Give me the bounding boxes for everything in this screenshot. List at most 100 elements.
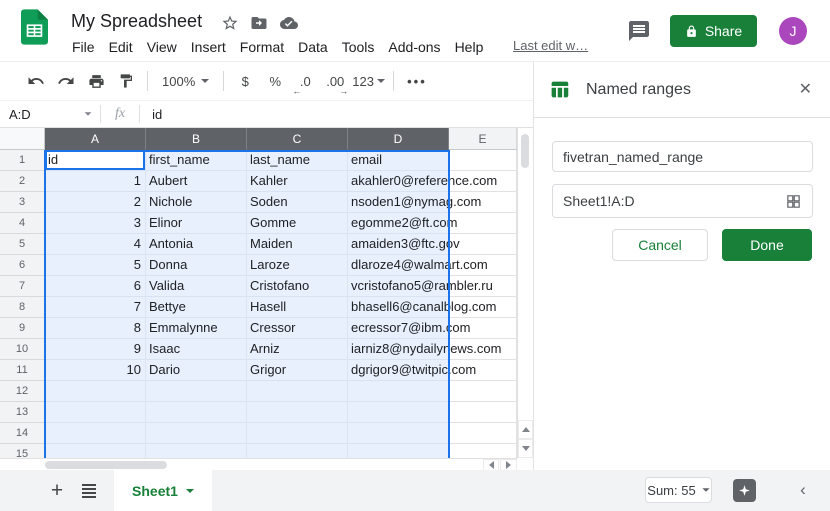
scroll-up-button[interactable] [518,420,533,439]
cell-E9[interactable] [449,318,517,339]
cell-C15[interactable] [247,444,348,458]
cell-C5[interactable]: Maiden [247,234,348,255]
cell-E3[interactable] [449,192,517,213]
row-header-9[interactable]: 9 [0,318,45,339]
cell-A13[interactable] [45,402,146,423]
cell-D4[interactable]: egomme2@ft.com [348,213,449,234]
menu-help[interactable]: Help [454,38,485,56]
cell-C13[interactable] [247,402,348,423]
sheets-logo-icon[interactable] [21,9,48,45]
close-icon[interactable]: ✕ [799,82,812,98]
cell-A12[interactable] [45,381,146,402]
row-header-1[interactable]: 1 [0,150,45,171]
cell-A7[interactable]: 6 [45,276,146,297]
cell-B7[interactable]: Valida [146,276,247,297]
collapse-panel-button[interactable]: ‹ [793,480,813,500]
print-button[interactable] [83,68,109,94]
move-to-folder-icon[interactable] [250,14,268,32]
redo-button[interactable] [53,68,79,94]
cancel-button[interactable]: Cancel [612,229,708,261]
column-header-c[interactable]: C [247,128,348,150]
cell-C7[interactable]: Cristofano [247,276,348,297]
percent-format-button[interactable]: % [262,68,288,94]
decrease-decimal-button[interactable]: .0 ← [292,68,318,94]
star-icon[interactable] [221,14,239,32]
cell-A3[interactable]: 2 [45,192,146,213]
cell-B3[interactable]: Nichole [146,192,247,213]
menu-edit[interactable]: Edit [108,38,134,56]
cell-B13[interactable] [146,402,247,423]
menu-addons[interactable]: Add-ons [387,38,441,56]
cell-D3[interactable]: nsoden1@nymag.com [348,192,449,213]
cell-A11[interactable]: 10 [45,360,146,381]
cell-E7[interactable] [449,276,517,297]
cell-B2[interactable]: Aubert [146,171,247,192]
cell-A15[interactable] [45,444,146,458]
cell-D2[interactable]: akahler0@reference.com [348,171,449,192]
cell-A14[interactable] [45,423,146,444]
cell-A1[interactable]: id [45,150,146,171]
cell-A6[interactable]: 5 [45,255,146,276]
cell-D6[interactable]: dlaroze4@walmart.com [348,255,449,276]
cell-B11[interactable]: Dario [146,360,247,381]
cell-A8[interactable]: 7 [45,297,146,318]
menu-format[interactable]: Format [239,38,285,56]
done-button[interactable]: Done [722,229,812,261]
cell-E13[interactable] [449,402,517,423]
more-toolbar-button[interactable]: ••• [404,68,430,94]
column-header-d[interactable]: D [348,128,449,150]
cell-B6[interactable]: Donna [146,255,247,276]
sum-badge[interactable]: Sum: 55 [645,477,712,503]
cell-D5[interactable]: amaiden3@ftc.gov [348,234,449,255]
cell-E4[interactable] [449,213,517,234]
cell-E14[interactable] [449,423,517,444]
cell-E12[interactable] [449,381,517,402]
row-header-8[interactable]: 8 [0,297,45,318]
row-header-4[interactable]: 4 [0,213,45,234]
cell-D1[interactable]: email [348,150,449,171]
cell-C6[interactable]: Laroze [247,255,348,276]
cell-A5[interactable]: 4 [45,234,146,255]
row-header-15[interactable]: 15 [0,444,45,458]
cell-C3[interactable]: Soden [247,192,348,213]
cell-E15[interactable] [449,444,517,458]
range-name-input[interactable] [552,141,813,172]
horizontal-scrollbar[interactable] [0,458,517,470]
menu-view[interactable]: View [146,38,178,56]
menu-tools[interactable]: Tools [341,38,376,56]
paint-format-button[interactable] [113,68,139,94]
cell-B1[interactable]: first_name [146,150,247,171]
cell-C1[interactable]: last_name [247,150,348,171]
horizontal-scrollbar-thumb[interactable] [45,461,167,469]
add-sheet-button[interactable]: + [44,478,70,504]
cell-A2[interactable]: 1 [45,171,146,192]
cell-A4[interactable]: 3 [45,213,146,234]
cell-C14[interactable] [247,423,348,444]
cell-E10[interactable] [449,339,517,360]
name-box[interactable]: A:D [0,101,100,127]
cell-D13[interactable] [348,402,449,423]
cell-B14[interactable] [146,423,247,444]
select-data-range-icon[interactable] [785,193,802,210]
row-header-3[interactable]: 3 [0,192,45,213]
cell-B4[interactable]: Elinor [146,213,247,234]
row-header-13[interactable]: 13 [0,402,45,423]
cell-B5[interactable]: Antonia [146,234,247,255]
cell-D14[interactable] [348,423,449,444]
row-header-10[interactable]: 10 [0,339,45,360]
cell-E11[interactable] [449,360,517,381]
explore-button[interactable] [733,479,756,502]
currency-format-button[interactable]: $ [232,68,258,94]
cell-C11[interactable]: Grigor [247,360,348,381]
cell-B12[interactable] [146,381,247,402]
cell-B15[interactable] [146,444,247,458]
comment-history-button[interactable] [627,19,651,43]
cell-D8[interactable]: bhasell6@canalblog.com [348,297,449,318]
cell-C2[interactable]: Kahler [247,171,348,192]
increase-decimal-button[interactable]: .00 → [322,68,348,94]
cell-D11[interactable]: dgrigor9@twitpic.com [348,360,449,381]
row-header-12[interactable]: 12 [0,381,45,402]
row-header-11[interactable]: 11 [0,360,45,381]
menu-file[interactable]: File [71,38,96,56]
cell-D7[interactable]: vcristofano5@rambler.ru [348,276,449,297]
